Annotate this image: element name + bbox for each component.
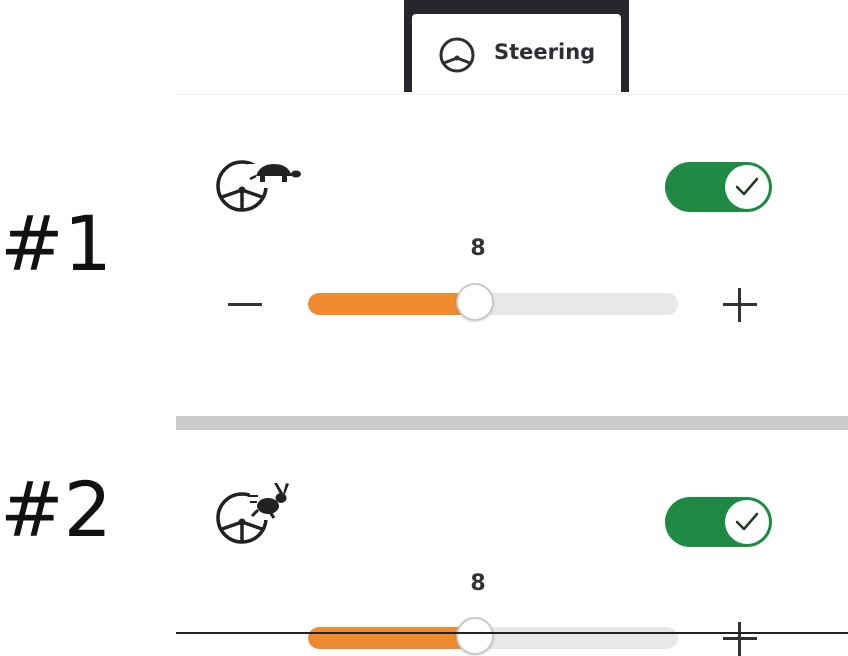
tab-divider	[176, 94, 848, 95]
checkmark-icon	[735, 512, 759, 531]
sensitivity-slider[interactable]	[308, 617, 678, 655]
tab-label: Steering	[494, 40, 596, 64]
increase-button[interactable]	[723, 622, 757, 656]
section-separator	[176, 416, 848, 430]
steering-wheel-icon	[439, 37, 475, 73]
toggle-knob	[725, 500, 769, 544]
plus-icon-vertical	[738, 288, 741, 322]
toggle-knob	[725, 165, 769, 209]
slider-value: 8	[470, 236, 486, 261]
plus-icon-vertical	[738, 622, 741, 656]
steering-tab[interactable]: Steering	[404, 0, 629, 94]
slider-thumb[interactable]	[455, 283, 494, 321]
slider-fill	[308, 293, 475, 315]
section-marker-1: #1	[0, 199, 113, 288]
section-marker-2: #2	[0, 465, 113, 554]
turtle-mode-toggle[interactable]	[665, 162, 772, 212]
slider-thumb[interactable]	[455, 617, 494, 655]
steering-tab-body[interactable]: Steering	[412, 14, 621, 94]
sensitivity-slider[interactable]	[308, 283, 678, 321]
checkmark-icon	[735, 177, 759, 196]
rabbit-mode-toggle[interactable]	[665, 497, 772, 547]
slider-value: 8	[470, 571, 486, 596]
increase-button[interactable]	[723, 288, 757, 322]
steering-wheel-turtle-icon	[216, 160, 301, 212]
steering-wheel-rabbit-icon	[216, 482, 294, 544]
bottom-edge-line	[176, 632, 848, 634]
decrease-button[interactable]	[228, 303, 262, 306]
slider-fill	[308, 627, 475, 649]
